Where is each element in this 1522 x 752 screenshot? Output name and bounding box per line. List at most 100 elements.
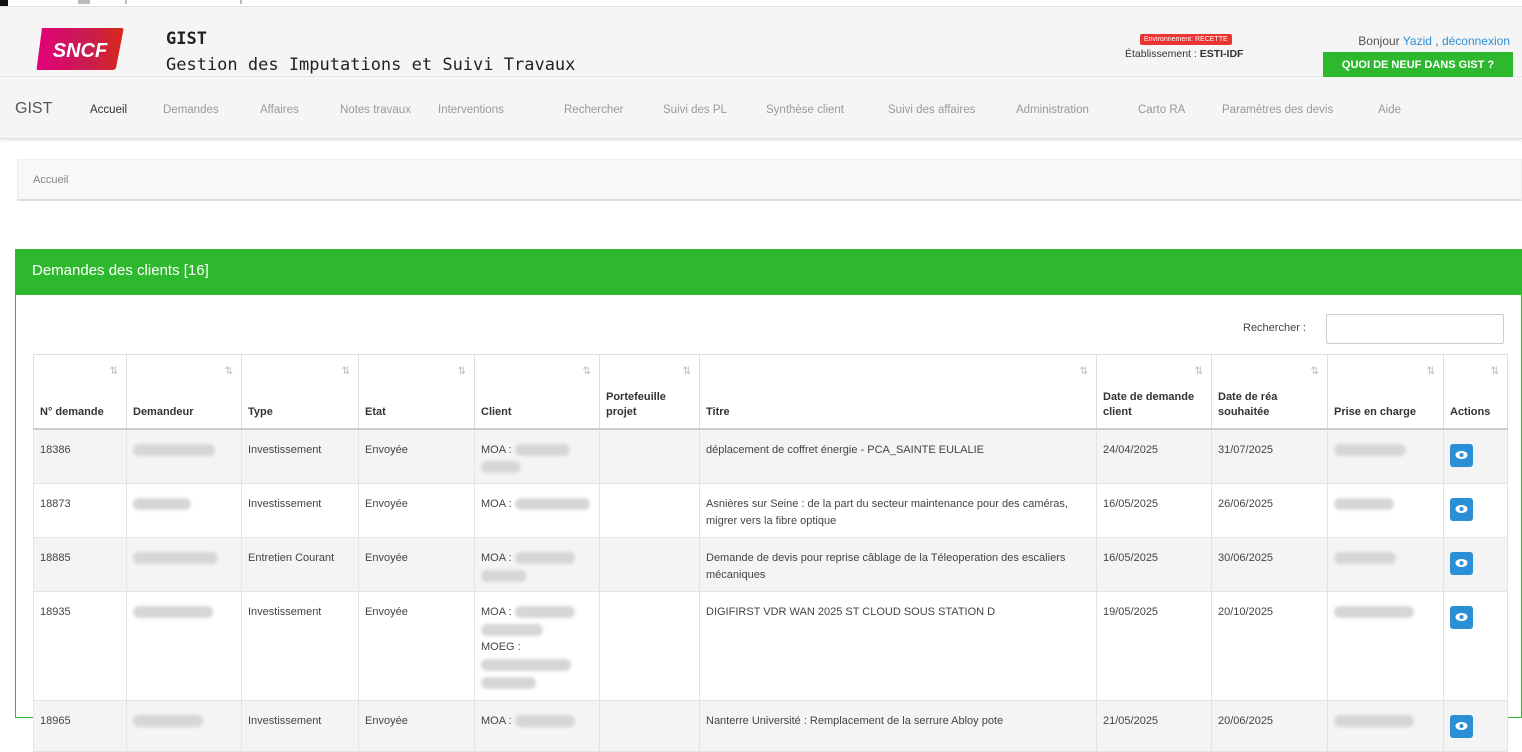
- cell-type: Investissement: [241, 591, 359, 702]
- column-header-date-demande[interactable]: ⇅ Date de demande client: [1096, 354, 1212, 430]
- redacted-text: [1334, 497, 1394, 510]
- cell-numero: 18873: [33, 482, 127, 538]
- cell-client: MOA :: [474, 482, 600, 538]
- user-greeting: Bonjour Yazid , déconnexion: [1358, 34, 1510, 48]
- table-row[interactable]: 18885 Entretien Courant Envoyée MOA : De…: [33, 536, 1508, 593]
- column-header-date-rea[interactable]: ⇅ Date de réa souhaitée: [1211, 354, 1328, 430]
- nav-item-synthese-client[interactable]: Synthèse client: [766, 104, 844, 116]
- logout-link[interactable]: déconnexion: [1442, 34, 1510, 48]
- cell-date-demande: 16/05/2025: [1096, 536, 1212, 593]
- cell-demandeur: [126, 591, 242, 702]
- sort-icon: ⇅: [1490, 366, 1499, 377]
- view-button[interactable]: [1450, 606, 1473, 630]
- cell-type: Investissement: [241, 428, 359, 484]
- cell-date-rea: 31/07/2025: [1211, 428, 1328, 484]
- column-header-demandeur[interactable]: ⇅ Demandeur: [126, 354, 242, 430]
- redacted-text: [133, 715, 203, 728]
- cell-etat: Envoyée: [358, 591, 475, 702]
- nav-item-aide[interactable]: Aide: [1378, 104, 1401, 116]
- cell-date-demande: 24/04/2025: [1096, 428, 1212, 484]
- cell-titre: Asnières sur Seine : de la part du secte…: [699, 482, 1097, 538]
- eye-icon: [1455, 722, 1468, 731]
- cell-portefeuille: [599, 482, 700, 538]
- cell-prise-en-charge: [1327, 482, 1444, 538]
- sort-icon: ⇅: [1194, 366, 1203, 377]
- cell-demandeur: [126, 536, 242, 593]
- nav-item-interventions[interactable]: Interventions: [438, 104, 504, 116]
- sort-icon: ⇅: [1426, 366, 1435, 377]
- column-header-etat[interactable]: ⇅ Etat: [358, 354, 475, 430]
- sort-icon: ⇅: [682, 366, 691, 377]
- cell-client: MOA :: [474, 700, 600, 752]
- column-header-prise-en-charge[interactable]: ⇅ Prise en charge: [1327, 354, 1444, 430]
- user-name-link[interactable]: Yazid: [1403, 34, 1432, 48]
- nav-item-administration[interactable]: Administration: [1016, 104, 1089, 116]
- nav-item-suivi-affaires[interactable]: Suivi des affaires: [888, 104, 975, 116]
- main-navbar: GIST Accueil Demandes Affaires Notes tra…: [0, 77, 1522, 139]
- redacted-text: [514, 551, 575, 564]
- column-header-numero[interactable]: ⇅ N° demande: [33, 354, 127, 430]
- cell-prise-en-charge: [1327, 591, 1444, 702]
- cell-type: Entretien Courant: [241, 536, 359, 593]
- redacted-text: [481, 461, 521, 474]
- nav-item-parametres-devis[interactable]: Paramètres des devis: [1222, 104, 1333, 116]
- sort-icon: ⇅: [457, 366, 466, 377]
- nav-item-suivi-pl[interactable]: Suivi des PL: [663, 104, 727, 116]
- whats-new-button[interactable]: QUOI DE NEUF DANS GIST ?: [1323, 52, 1513, 78]
- cell-demandeur: [126, 428, 242, 484]
- nav-item-notes-travaux[interactable]: Notes travaux: [340, 104, 411, 116]
- column-header-titre[interactable]: ⇅ Titre: [699, 354, 1097, 430]
- nav-item-accueil[interactable]: Accueil: [90, 104, 127, 116]
- panel-title: Demandes des clients [16]: [16, 250, 1521, 295]
- redacted-text: [1334, 443, 1406, 456]
- browser-strip: [0, 0, 1522, 7]
- view-button[interactable]: [1450, 443, 1473, 467]
- breadcrumb-current: Accueil: [33, 174, 69, 186]
- cell-date-demande: 16/05/2025: [1096, 482, 1212, 538]
- nav-item-affaires[interactable]: Affaires: [260, 104, 299, 116]
- redacted-text: [514, 715, 575, 728]
- nav-item-rechercher[interactable]: Rechercher: [564, 104, 623, 116]
- view-button[interactable]: [1450, 551, 1473, 575]
- cell-type: Investissement: [241, 700, 359, 752]
- cell-date-demande: 21/05/2025: [1096, 700, 1212, 752]
- redacted-text: [133, 443, 215, 456]
- redacted-text: [481, 676, 536, 689]
- cell-titre: Demande de devis pour reprise câblage de…: [699, 536, 1097, 593]
- nav-brand[interactable]: GIST: [15, 100, 52, 118]
- cell-date-rea: 20/10/2025: [1211, 591, 1328, 702]
- cell-numero: 18965: [33, 700, 127, 752]
- column-header-portefeuille[interactable]: ⇅ Portefeuille projet: [599, 354, 700, 430]
- column-header-type[interactable]: ⇅ Type: [241, 354, 359, 430]
- sort-icon: ⇅: [582, 366, 591, 377]
- cell-portefeuille: [599, 536, 700, 593]
- view-button[interactable]: [1450, 715, 1473, 739]
- view-button[interactable]: [1450, 497, 1473, 521]
- redacted-text: [514, 443, 570, 456]
- strip-mark: [240, 0, 242, 4]
- column-header-actions[interactable]: ⇅ Actions: [1443, 354, 1508, 430]
- cell-actions: [1443, 536, 1508, 593]
- table-row[interactable]: 18386 Investissement Envoyée MOA : dépla…: [33, 428, 1508, 484]
- table-row[interactable]: 18873 Investissement Envoyée MOA : Asniè…: [33, 482, 1508, 538]
- sncf-logo-icon[interactable]: SNCF: [36, 26, 124, 72]
- nav-item-demandes[interactable]: Demandes: [163, 104, 219, 116]
- column-header-client[interactable]: ⇅ Client: [474, 354, 600, 430]
- search-input[interactable]: [1326, 314, 1504, 344]
- table-row[interactable]: 18935 Investissement Envoyée MOA : MOEG …: [33, 591, 1508, 702]
- cell-portefeuille: [599, 591, 700, 702]
- cell-client: MOA :: [474, 536, 600, 593]
- window-icon: [0, 0, 8, 6]
- redacted-text: [133, 606, 213, 619]
- cell-numero: 18935: [33, 591, 127, 702]
- eye-icon: [1455, 613, 1468, 622]
- sort-icon: ⇅: [341, 366, 350, 377]
- sort-icon: ⇅: [1079, 366, 1088, 377]
- eye-icon: [1455, 504, 1468, 513]
- table-row[interactable]: 18965 Investissement Envoyée MOA : Nante…: [33, 700, 1508, 752]
- sort-icon: ⇅: [109, 366, 118, 377]
- redacted-text: [133, 551, 218, 564]
- nav-item-carto-ra[interactable]: Carto RA: [1138, 104, 1185, 116]
- cell-prise-en-charge: [1327, 536, 1444, 593]
- etablissement-info: Établissement : ESTI-IDF: [1125, 48, 1244, 60]
